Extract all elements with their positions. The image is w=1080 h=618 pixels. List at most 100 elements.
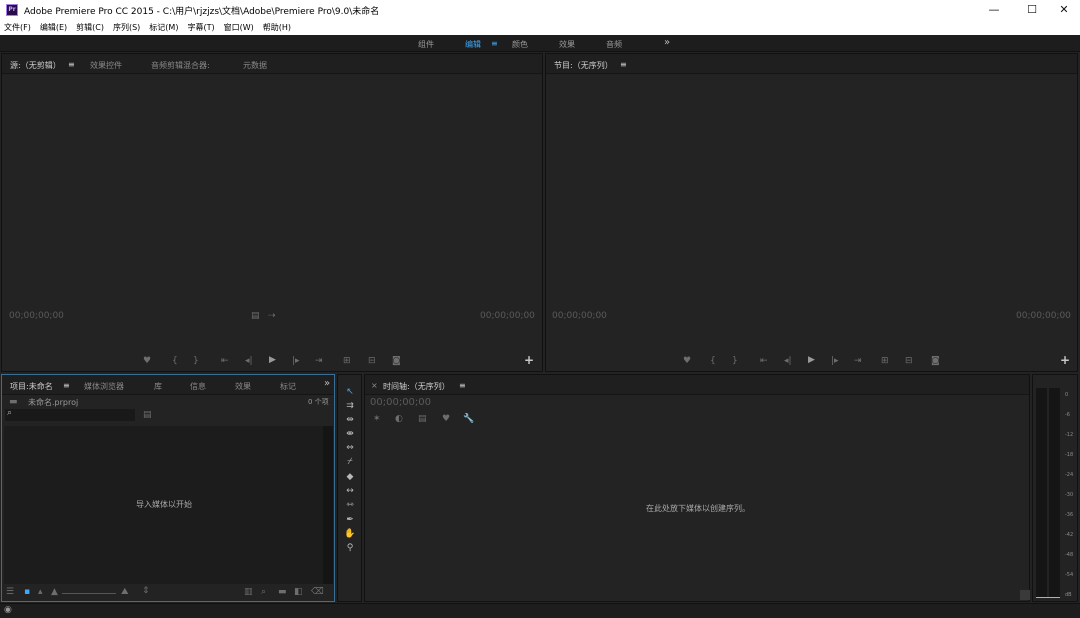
rolling-edit-tool-icon[interactable]: ⇼ — [344, 428, 356, 440]
go-to-in-icon[interactable]: ⇤ — [760, 356, 768, 366]
slip-tool-icon[interactable]: ◆ — [344, 471, 356, 483]
selection-tool-icon[interactable]: ↖ — [344, 386, 356, 398]
workspace-color[interactable]: 颜色 — [512, 39, 528, 50]
minimize-button[interactable]: — — [976, 0, 1012, 20]
razor-tool-icon[interactable]: ⌿ — [344, 456, 356, 468]
clear-icon[interactable]: ⌫ — [311, 587, 324, 597]
close-button[interactable]: ✕ — [1046, 0, 1080, 20]
menu-marker[interactable]: 标记(M) — [149, 22, 178, 33]
menu-file[interactable]: 文件(F) — [4, 22, 31, 33]
timeline-close-icon[interactable]: × — [371, 381, 378, 390]
add-marker-icon[interactable]: ♥ — [683, 356, 691, 366]
new-item-icon[interactable]: ◧ — [294, 587, 303, 597]
go-to-out-icon[interactable]: ⇥ — [315, 356, 323, 366]
drag-video-icon[interactable]: ▤ — [251, 311, 260, 321]
program-add-button[interactable]: + — [1060, 353, 1070, 367]
workspace-overflow-icon[interactable]: » — [664, 37, 670, 48]
workspace-audio[interactable]: 音频 — [606, 39, 622, 50]
workspace-editing[interactable]: 编辑 — [465, 39, 481, 50]
project-content-area[interactable]: 导入媒体以开始 — [4, 426, 333, 584]
project-panel-menu-icon[interactable]: ≡ — [63, 381, 70, 390]
find-icon[interactable]: ⌕ — [261, 587, 266, 597]
slide-tool-icon[interactable]: ↔ — [344, 485, 356, 497]
workspace-assembly[interactable]: 组件 — [418, 39, 434, 50]
zoom-tool-icon[interactable]: ✋ — [344, 528, 356, 540]
add-marker-icon[interactable]: ♥ — [143, 356, 151, 366]
zoom-slider[interactable] — [62, 593, 116, 594]
ripple-edit-tool-icon[interactable]: ⇹ — [344, 414, 356, 426]
extract-icon[interactable]: ⊟ — [905, 356, 913, 366]
project-search-input[interactable]: ⌕ — [5, 408, 135, 421]
menu-title[interactable]: 字幕(T) — [187, 22, 214, 33]
tab-project[interactable]: 项目:未命名 — [10, 381, 53, 392]
source-panel-menu-icon[interactable]: ≡ — [68, 60, 75, 69]
go-to-out-icon[interactable]: ⇥ — [854, 356, 862, 366]
sort-icon[interactable]: ⇕ — [142, 586, 150, 596]
add-marker-icon[interactable]: ▤ — [418, 414, 427, 424]
new-bin-icon[interactable]: ▬ — [278, 587, 287, 597]
insert-icon[interactable]: ⊞ — [343, 356, 351, 366]
workspace-menu-icon[interactable]: ≡ — [491, 39, 498, 48]
snap-icon[interactable]: ✶ — [373, 414, 381, 424]
automate-to-sequence-icon[interactable]: ▥ — [244, 587, 253, 597]
menu-window[interactable]: 窗口(W) — [224, 22, 254, 33]
tab-markers[interactable]: 标记 — [280, 381, 296, 392]
program-timecode-current[interactable]: 00;00;00;00 — [552, 311, 607, 321]
project-scrollbar[interactable] — [323, 426, 333, 584]
play-icon[interactable]: ▶ — [269, 355, 276, 365]
track-select-tool-icon[interactable]: ⇉ — [344, 400, 356, 412]
status-eye-icon[interactable]: ◉ — [4, 605, 12, 615]
mark-in-icon[interactable]: { — [710, 356, 716, 366]
rate-stretch-tool-icon[interactable]: ⇔ — [344, 442, 356, 454]
menu-clip[interactable]: 剪辑(C) — [76, 22, 104, 33]
lift-icon[interactable]: ⊞ — [881, 356, 889, 366]
maximize-button[interactable]: ☐ — [1014, 0, 1050, 20]
linked-selection-icon[interactable]: ◐ — [395, 414, 403, 424]
zoom-in-icon[interactable]: ⛰ — [121, 587, 129, 597]
tab-audio-clip-mixer[interactable]: 音频剪辑混合器: — [151, 60, 210, 71]
export-frame-icon[interactable]: ◙ — [392, 356, 401, 366]
magnifier-icon[interactable]: ⚲ — [344, 542, 356, 554]
tab-info[interactable]: 信息 — [190, 381, 206, 392]
timeline-panel-menu-icon[interactable]: ≡ — [459, 381, 466, 390]
tab-source[interactable]: 源:（无剪辑） — [10, 60, 61, 71]
step-forward-icon[interactable]: |▸ — [292, 356, 300, 366]
menu-help[interactable]: 帮助(H) — [263, 22, 291, 33]
freeform-view-icon[interactable]: ▴ — [38, 587, 43, 597]
hand-tool-icon[interactable]: ✒ — [344, 514, 356, 526]
zoom-out-icon[interactable]: ▲ — [51, 587, 58, 597]
step-forward-icon[interactable]: |▸ — [831, 356, 839, 366]
marker-icon[interactable]: ♥ — [442, 414, 450, 424]
mark-out-icon[interactable]: } — [193, 356, 199, 366]
timeline-timecode[interactable]: 00;00;00;00 — [370, 397, 431, 408]
tab-libraries[interactable]: 库 — [154, 381, 162, 392]
project-overflow-icon[interactable]: » — [324, 378, 330, 389]
timeline-settings-wrench-icon[interactable]: 🔧 — [463, 414, 474, 424]
tab-program[interactable]: 节目:（无序列） — [554, 60, 613, 71]
program-panel-menu-icon[interactable]: ≡ — [620, 60, 627, 69]
export-frame-icon[interactable]: ◙ — [931, 356, 940, 366]
play-icon[interactable]: ▶ — [808, 355, 815, 365]
timeline-scroll-corner[interactable] — [1020, 590, 1030, 600]
tab-effect-controls[interactable]: 效果控件 — [90, 60, 122, 71]
source-timecode-current[interactable]: 00;00;00;00 — [9, 311, 64, 321]
source-add-button[interactable]: + — [524, 353, 534, 367]
menu-sequence[interactable]: 序列(S) — [113, 22, 140, 33]
pen-tool-icon[interactable]: ⇿ — [344, 499, 356, 511]
tab-metadata[interactable]: 元数据 — [243, 60, 267, 71]
tab-effects[interactable]: 效果 — [235, 381, 251, 392]
new-bin-from-search-icon[interactable]: ▤ — [143, 410, 152, 420]
drag-audio-icon[interactable]: ⇢ — [268, 311, 276, 321]
step-back-icon[interactable]: ◂| — [784, 356, 792, 366]
overwrite-icon[interactable]: ⊟ — [368, 356, 376, 366]
menu-edit[interactable]: 编辑(E) — [40, 22, 67, 33]
list-view-icon[interactable]: ☰ — [6, 587, 14, 597]
tab-media-browser[interactable]: 媒体浏览器 — [84, 381, 124, 392]
workspace-effects[interactable]: 效果 — [559, 39, 575, 50]
mark-out-icon[interactable]: } — [732, 356, 738, 366]
mark-in-icon[interactable]: { — [172, 356, 178, 366]
tab-timeline[interactable]: 时间轴:（无序列） — [383, 381, 450, 392]
go-to-in-icon[interactable]: ⇤ — [221, 356, 229, 366]
icon-view-icon[interactable]: ▪ — [24, 587, 30, 597]
step-back-icon[interactable]: ◂| — [245, 356, 253, 366]
